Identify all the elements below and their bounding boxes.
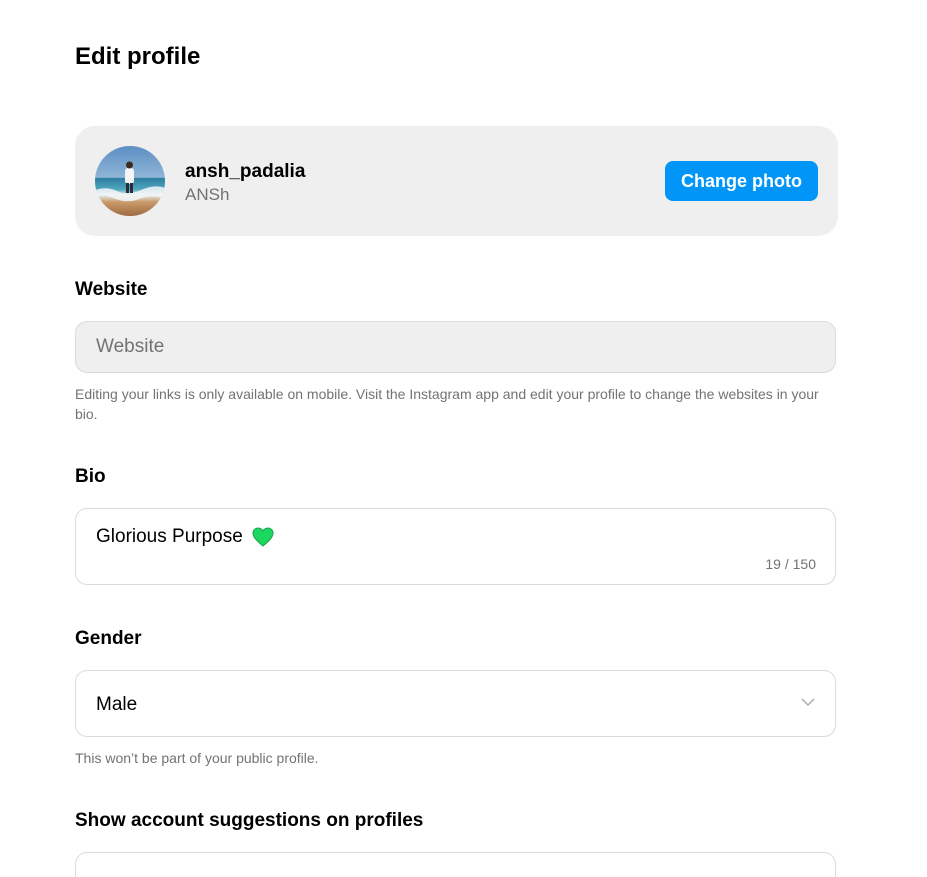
bio-text: Glorious Purpose: [96, 526, 243, 547]
suggestions-label: Show account suggestions on profiles: [75, 810, 424, 831]
bio-content: Glorious Purpose: [96, 525, 274, 549]
chevron-down-icon: [801, 698, 815, 706]
gender-select[interactable]: Male: [75, 670, 836, 737]
avatar-photo-icon: [95, 146, 165, 216]
gender-label: Gender: [75, 628, 142, 649]
bio-textarea[interactable]: Glorious Purpose 19 / 150: [75, 508, 836, 585]
gender-helper-text: This won’t be part of your public profil…: [75, 750, 319, 766]
profile-card: ansh_padalia ANSh Change photo: [75, 126, 838, 236]
avatar[interactable]: [95, 146, 165, 216]
website-field: [75, 321, 836, 373]
profile-full-name: ANSh: [185, 185, 230, 204]
bio-character-counter: 19 / 150: [765, 556, 816, 572]
green-heart-icon: [252, 527, 274, 547]
profile-username: ansh_padalia: [185, 161, 306, 182]
edit-profile-page: Edit profile ansh_padalia ANSh Change ph…: [0, 0, 927, 877]
page-title: Edit profile: [75, 43, 201, 70]
website-input[interactable]: [76, 322, 835, 372]
suggestions-toggle-field[interactable]: [75, 852, 836, 877]
website-helper-text: Editing your links is only available on …: [75, 386, 819, 422]
bio-label: Bio: [75, 466, 106, 487]
gender-selected-value: Male: [96, 694, 138, 715]
website-label: Website: [75, 279, 148, 300]
change-photo-button[interactable]: Change photo: [665, 161, 818, 201]
